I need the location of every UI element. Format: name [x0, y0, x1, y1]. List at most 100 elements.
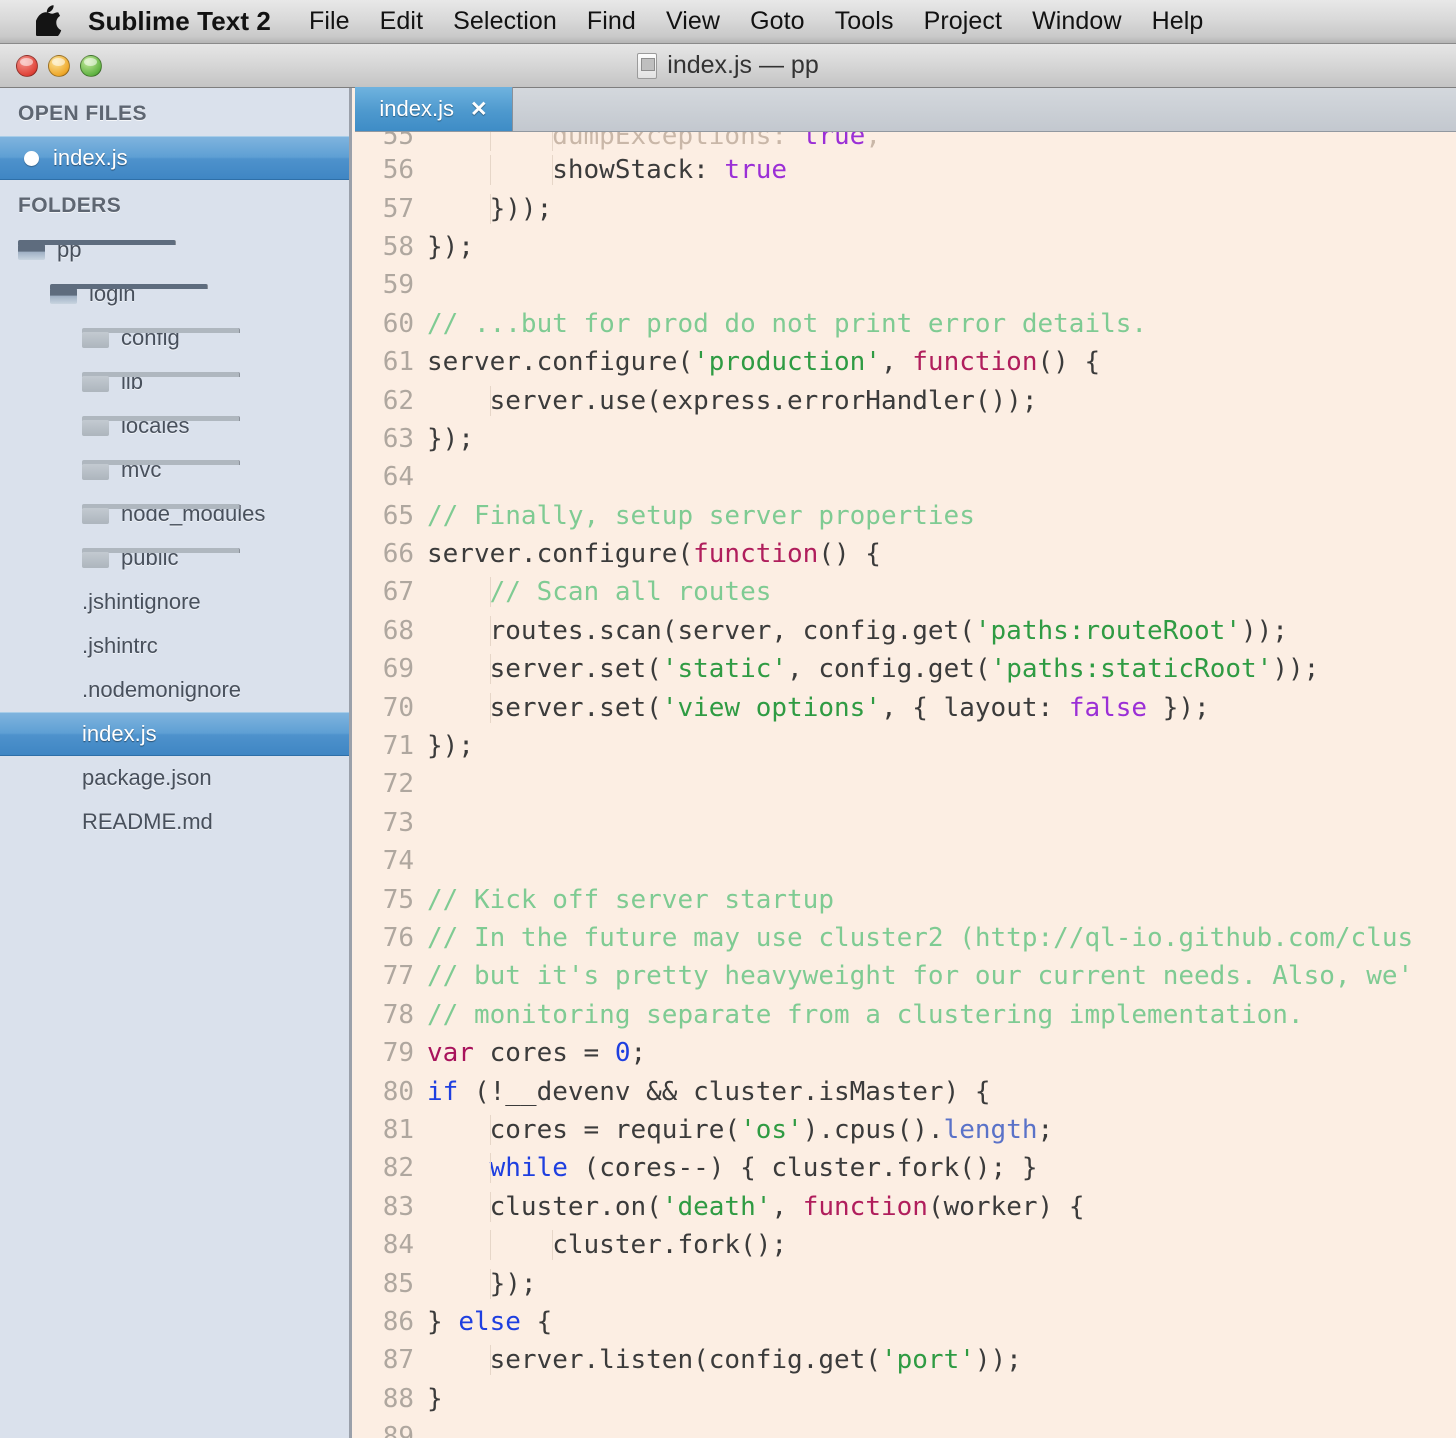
code-token: });: [427, 232, 474, 262]
code-line[interactable]: 57 }));: [355, 189, 1456, 227]
close-icon[interactable]: ✕: [470, 99, 488, 120]
code-line[interactable]: 72: [355, 765, 1456, 803]
tree-folder-item[interactable]: login: [0, 272, 349, 316]
code-token: var: [427, 1038, 474, 1068]
code-line[interactable]: 62 server.use(express.errorHandler());: [355, 381, 1456, 419]
code-token: // Kick off server startup: [427, 885, 834, 915]
code-line[interactable]: 85 });: [355, 1264, 1456, 1302]
code-line[interactable]: 60// ...but for prod do not print error …: [355, 305, 1456, 343]
menu-item-find[interactable]: Find: [587, 7, 636, 36]
code-line[interactable]: 80if (!__devenv && cluster.isMaster) {: [355, 1072, 1456, 1110]
tab-index-js[interactable]: index.js ✕: [355, 87, 513, 131]
code-token: server.use(express.errorHandler());: [427, 386, 1037, 416]
code-line[interactable]: 61server.configure('production', functio…: [355, 343, 1456, 381]
code-token: {: [521, 1307, 552, 1337]
folder-closed-icon: [82, 416, 109, 436]
code-line[interactable]: 73: [355, 804, 1456, 842]
code-line[interactable]: 78// monitoring separate from a clusteri…: [355, 996, 1456, 1034]
code-token: });: [427, 1269, 537, 1299]
line-number: 66: [355, 539, 427, 569]
code-line[interactable]: 70 server.set('view options', { layout: …: [355, 688, 1456, 726]
code-line[interactable]: 65// Finally, setup server properties: [355, 497, 1456, 535]
code-line[interactable]: 68 routes.scan(server, config.get('paths…: [355, 612, 1456, 650]
folder-closed-icon: [82, 460, 109, 480]
code-token: (!__devenv: [458, 1077, 646, 1107]
code-line[interactable]: 63});: [355, 420, 1456, 458]
menu-item-selection[interactable]: Selection: [453, 7, 557, 36]
tree-folder-item[interactable]: lib: [0, 360, 349, 404]
code-line[interactable]: 59: [355, 266, 1456, 304]
code-line[interactable]: 56 showStack: true: [355, 151, 1456, 189]
code-line[interactable]: 87 server.listen(config.get('port'));: [355, 1341, 1456, 1379]
menu-item-help[interactable]: Help: [1152, 7, 1204, 36]
menu-item-sublime-text-2[interactable]: Sublime Text 2: [88, 6, 271, 37]
code-line[interactable]: 74: [355, 842, 1456, 880]
tree-folder-item[interactable]: pp: [0, 228, 349, 272]
menu-item-file[interactable]: File: [309, 7, 350, 36]
code-line-text: var cores = 0;: [427, 1038, 646, 1068]
tree-file-item[interactable]: .jshintignore: [0, 580, 349, 624]
tree-file-item[interactable]: .nodemonignore: [0, 668, 349, 712]
code-line[interactable]: 84 cluster.fork();: [355, 1226, 1456, 1264]
tree-folder-item[interactable]: mvc: [0, 448, 349, 492]
tab-label: index.js: [379, 96, 454, 122]
code-editor[interactable]: 55 dumpExceptions: true,56 showStack: tr…: [355, 132, 1456, 1438]
code-line[interactable]: 83 cluster.on('death', function(worker) …: [355, 1188, 1456, 1226]
code-line[interactable]: 71});: [355, 727, 1456, 765]
code-line[interactable]: 86} else {: [355, 1303, 1456, 1341]
menu-item-window[interactable]: Window: [1032, 7, 1122, 36]
tree-file-item[interactable]: .jshintrc: [0, 624, 349, 668]
code-line[interactable]: 79var cores = 0;: [355, 1034, 1456, 1072]
code-token: ));: [1272, 654, 1319, 684]
code-line[interactable]: 67 // Scan all routes: [355, 573, 1456, 611]
code-token: showStack:: [427, 155, 724, 185]
code-token: cores =: [474, 1038, 615, 1068]
tree-folder-item[interactable]: config: [0, 316, 349, 360]
menu-item-view[interactable]: View: [666, 7, 720, 36]
zoom-button[interactable]: [80, 55, 102, 77]
tree-folder-item[interactable]: public: [0, 536, 349, 580]
code-line[interactable]: 75// Kick off server startup: [355, 880, 1456, 918]
macos-menu-bar: Sublime Text 2 File Edit Selection Find …: [0, 0, 1456, 44]
code-line[interactable]: 64: [355, 458, 1456, 496]
menu-item-goto[interactable]: Goto: [750, 7, 805, 36]
menu-item-tools[interactable]: Tools: [835, 7, 894, 36]
tree-folder-item[interactable]: locales: [0, 404, 349, 448]
apple-logo-icon[interactable]: [36, 5, 62, 36]
tree-file-item[interactable]: index.js: [0, 712, 349, 756]
open-file-item[interactable]: index.js: [0, 136, 349, 180]
code-line[interactable]: 69 server.set('static', config.get('path…: [355, 650, 1456, 688]
code-line[interactable]: 81 cores = require('os').cpus().length;: [355, 1111, 1456, 1149]
code-line-text: server.listen(config.get('port'));: [427, 1345, 1022, 1375]
menu-item-project[interactable]: Project: [924, 7, 1003, 36]
window-title-bar: index.js — pp: [0, 44, 1456, 88]
tree-file-item[interactable]: README.md: [0, 800, 349, 844]
code-line[interactable]: 55 dumpExceptions: true,: [355, 132, 1456, 151]
code-line[interactable]: 89: [355, 1418, 1456, 1438]
tree-folder-item[interactable]: node_modules: [0, 492, 349, 536]
code-line[interactable]: 88}: [355, 1380, 1456, 1418]
code-line-text: dumpExceptions: true,: [427, 132, 881, 151]
code-token: // monitoring separate from a clustering…: [427, 1000, 1304, 1030]
code-line-text: }: [427, 1384, 443, 1414]
line-number: 59: [355, 270, 427, 300]
code-line[interactable]: 58});: [355, 228, 1456, 266]
code-line[interactable]: 76// In the future may use cluster2 (htt…: [355, 919, 1456, 957]
close-button[interactable]: [16, 55, 38, 77]
line-number: 67: [355, 577, 427, 607]
tree-item-label: .nodemonignore: [82, 677, 241, 703]
tree-file-item[interactable]: package.json: [0, 756, 349, 800]
indent-guide: [490, 1345, 491, 1375]
minimize-button[interactable]: [48, 55, 70, 77]
code-line-text: // ...but for prod do not print error de…: [427, 309, 1147, 339]
line-number: 64: [355, 462, 427, 492]
code-line[interactable]: 77// but it's pretty heavyweight for our…: [355, 957, 1456, 995]
code-token: 'production': [693, 347, 881, 377]
menu-item-edit[interactable]: Edit: [380, 7, 423, 36]
code-line[interactable]: 82 while (cores--) { cluster.fork(); }: [355, 1149, 1456, 1187]
code-line-text: server.set('static', config.get('paths:s…: [427, 654, 1319, 684]
indent-guide: [490, 1153, 491, 1183]
line-number: 58: [355, 232, 427, 262]
indent-guide: [490, 132, 491, 151]
code-line[interactable]: 66server.configure(function() {: [355, 535, 1456, 573]
